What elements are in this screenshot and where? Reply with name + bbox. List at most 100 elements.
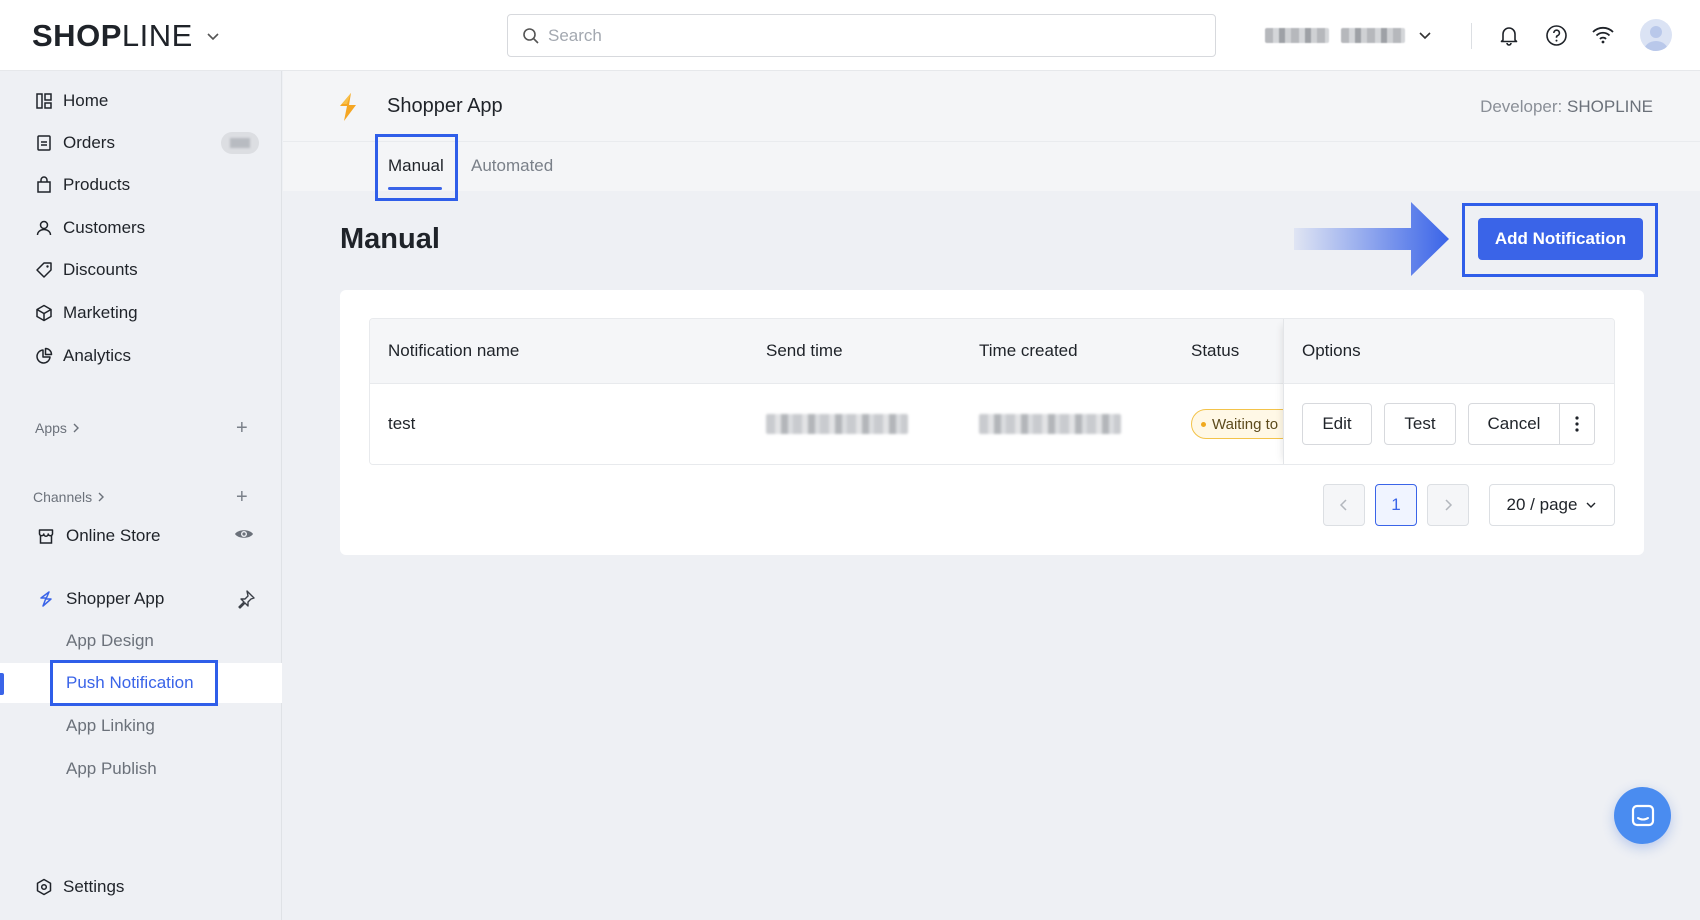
page-size-select[interactable]: 20 / page [1489, 484, 1615, 526]
sidebar-item-products[interactable]: Products [0, 165, 282, 205]
sidebar-item-settings[interactable]: Settings [0, 867, 282, 907]
tab-automated[interactable]: Automated [471, 156, 553, 176]
pin-icon[interactable] [236, 589, 256, 614]
status-badge: Waiting to [1191, 409, 1298, 439]
avatar[interactable] [1640, 19, 1672, 51]
add-notification-button[interactable]: Add Notification [1478, 218, 1643, 260]
chat-support-button[interactable] [1614, 787, 1671, 844]
store-switcher[interactable] [1265, 24, 1433, 46]
options-header-cell: Options [1284, 319, 1614, 384]
sidebar-item-label: Home [63, 91, 109, 110]
channels-section-header: Channels + [0, 485, 282, 509]
sidebar-item-label: Settings [63, 877, 125, 896]
notifications-card: Notification name Send time Time created… [340, 290, 1644, 555]
page-number-button[interactable]: 1 [1375, 484, 1417, 526]
next-page-button[interactable] [1427, 484, 1469, 526]
orders-count-badge [221, 132, 259, 154]
home-icon [34, 91, 54, 111]
sidebar-item-customers[interactable]: Customers [0, 208, 282, 248]
wifi-icon [1590, 22, 1616, 48]
search-icon [523, 27, 539, 44]
help-icon[interactable] [1543, 22, 1569, 48]
cancel-button[interactable]: Cancel [1468, 403, 1560, 445]
add-app-icon[interactable]: + [236, 418, 248, 438]
apps-link[interactable]: Apps [35, 420, 81, 436]
highlight-box [50, 660, 218, 706]
more-options-button[interactable] [1559, 403, 1595, 445]
app-header: Shopper App Developer: SHOPLINE [283, 71, 1700, 142]
eye-icon[interactable] [234, 527, 254, 546]
tabs-bar: Manual Automated [283, 142, 1700, 191]
sidebar-item-label: Discounts [63, 260, 138, 279]
sidebar-item-label: Online Store [66, 526, 161, 545]
sidebar-subitem-app-linking[interactable]: App Linking [0, 706, 282, 746]
column-header: Options [1302, 341, 1361, 360]
tag-icon [34, 260, 54, 280]
notifications-table: Notification name Send time Time created… [369, 318, 1615, 465]
more-vertical-icon [1575, 416, 1579, 432]
developer-info: Developer: SHOPLINE [1480, 97, 1653, 116]
chevron-right-icon [73, 423, 79, 433]
sidebar-item-online-store[interactable]: Online Store [0, 516, 282, 556]
sidebar-item-label: Marketing [63, 303, 138, 322]
options-column: Options Edit Test Cancel [1283, 319, 1614, 464]
sidebar-item-label: Analytics [63, 346, 132, 365]
chevron-down-icon [1586, 502, 1596, 508]
sidebar-item-home[interactable]: Home [0, 81, 282, 121]
cube-icon [34, 303, 54, 323]
page-size-value: 20 / page [1506, 495, 1578, 514]
sidebar-subitem-app-publish[interactable]: App Publish [0, 749, 282, 789]
divider [1471, 23, 1472, 49]
sidebar-subitem-label: App Design [66, 631, 154, 650]
shopline-logo[interactable]: SHOPLINE [32, 18, 221, 54]
store-owner-blurred [1341, 27, 1405, 43]
sidebar-subitem-app-design[interactable]: App Design [0, 621, 282, 661]
time-created-blurred [979, 414, 1121, 434]
sidebar-subitem-label: App Linking [66, 716, 155, 735]
chevron-down-icon [207, 33, 219, 41]
arrow-right-icon [1294, 202, 1449, 276]
prev-page-button[interactable] [1323, 484, 1365, 526]
edit-button[interactable]: Edit [1302, 403, 1372, 445]
sidebar-item-shopper-app[interactable]: Shopper App [0, 579, 282, 619]
bell-icon[interactable] [1496, 22, 1522, 48]
column-header: Notification name [388, 341, 520, 360]
chevron-right-icon [1445, 499, 1453, 511]
column-header: Status [1191, 341, 1240, 360]
status-dot [1201, 421, 1206, 427]
chevron-down-icon [1419, 32, 1431, 40]
store-name-blurred [1265, 27, 1329, 43]
highlight-box [375, 134, 458, 201]
apps-section-header: Apps + [0, 416, 282, 440]
test-button[interactable]: Test [1384, 403, 1456, 445]
page-title: Manual [340, 223, 440, 255]
active-indicator [0, 673, 4, 695]
send-time-blurred [766, 414, 908, 434]
app-title: Shopper App [387, 95, 503, 117]
pie-chart-icon [34, 346, 54, 366]
notification-name: test [388, 414, 416, 433]
user-icon [34, 218, 54, 238]
gear-icon [34, 877, 54, 897]
search-input[interactable] [548, 25, 1188, 46]
sidebar-item-label: Customers [63, 218, 146, 237]
column-header: Time created [979, 341, 1078, 360]
sidebar-item-analytics[interactable]: Analytics [0, 336, 282, 376]
sidebar-item-label: Orders [63, 133, 115, 152]
chevron-right-icon [98, 492, 105, 502]
sidebar: Home Orders Products Customers Discounts… [0, 71, 282, 920]
sidebar-item-discounts[interactable]: Discounts [0, 250, 282, 290]
chat-icon [1631, 804, 1654, 826]
options-cell: Edit Test Cancel [1284, 384, 1614, 464]
add-channel-icon[interactable]: + [236, 487, 248, 507]
shopper-app-icon [36, 589, 56, 609]
bag-icon [34, 175, 54, 195]
sidebar-item-label: Shopper App [66, 589, 165, 608]
top-bar: SHOPLINE [0, 0, 1700, 71]
store-icon [36, 526, 56, 546]
sidebar-item-marketing[interactable]: Marketing [0, 293, 282, 333]
channels-link[interactable]: Channels [33, 489, 106, 505]
search-bar[interactable] [507, 14, 1216, 57]
shopper-app-logo [340, 93, 356, 121]
sidebar-item-orders[interactable]: Orders [0, 123, 282, 163]
